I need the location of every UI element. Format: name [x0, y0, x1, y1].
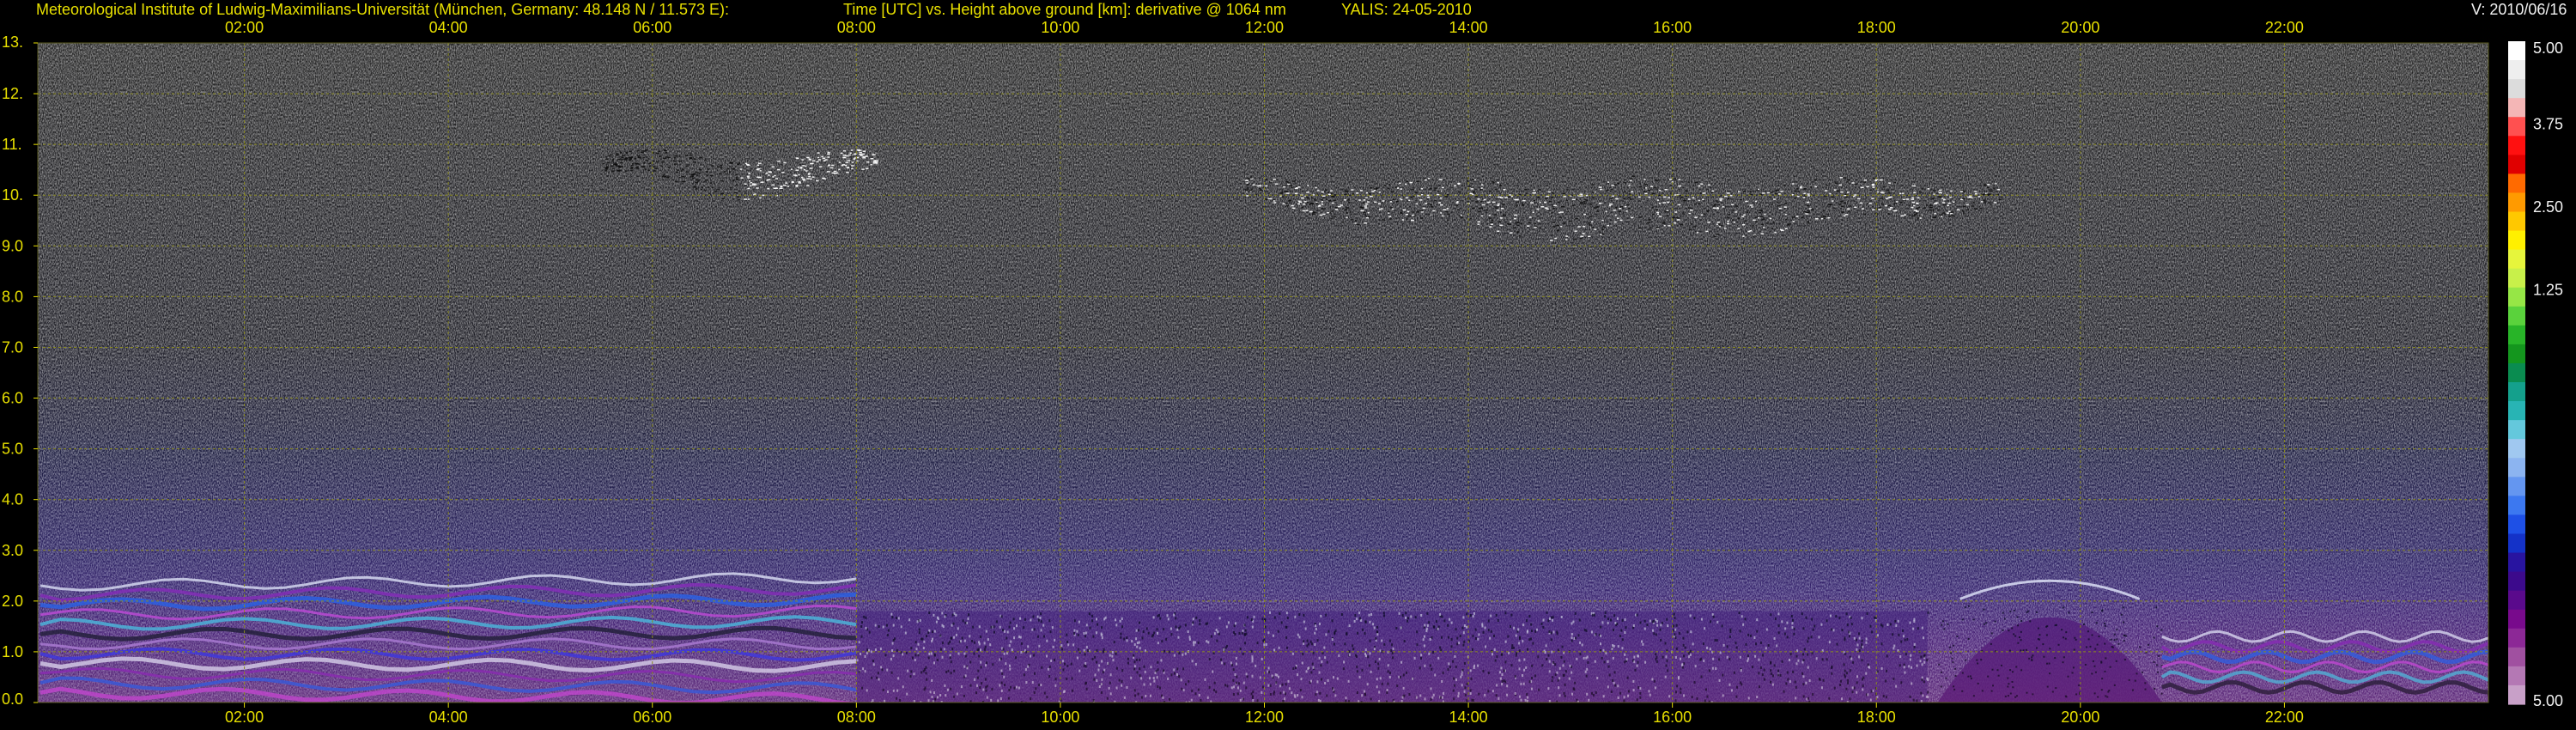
colorbar-tick-label: 3.75 [2533, 116, 2563, 133]
colorbar-swatch [2508, 268, 2525, 289]
chart-svg: 02:00 02:00 04:00 04:00 06:00 06:00 08:00 08:00… [2, 19, 2563, 726]
x-tick-label-top: 08:00 [837, 19, 876, 36]
colorbar-swatch [2508, 420, 2525, 440]
x-tick-label-bottom: 06:00 [633, 709, 671, 726]
x-tick-label-bottom: 04:00 [429, 709, 468, 726]
y-tick-label: 1.0 [2, 643, 23, 660]
heatmap-area [38, 43, 2488, 703]
colorbar-tick-label: 2.50 [2533, 198, 2563, 216]
x-tick-label-top: 14:00 [1449, 19, 1488, 36]
y-tick-label: 12. [2, 85, 23, 102]
colorbar-swatch [2508, 325, 2525, 345]
x-tick-label-bottom: 12:00 [1245, 709, 1284, 726]
colorbar-swatch [2508, 439, 2525, 459]
colorbar-swatch [2508, 117, 2525, 137]
y-tick-label: 4.0 [2, 491, 23, 508]
x-tick-label-bottom: 14:00 [1449, 709, 1488, 726]
x-tick-label-top: 04:00 [429, 19, 468, 36]
x-tick-label-top: 18:00 [1857, 19, 1896, 36]
aerosol-haze [38, 423, 2488, 703]
colorbar-swatch [2508, 211, 2525, 232]
x-tick-label-bottom: 20:00 [2061, 709, 2099, 726]
y-tick-label: 10. [2, 186, 23, 204]
y-tick-label: 5.0 [2, 441, 23, 458]
colorbar-swatch [2508, 401, 2525, 421]
colorbar-swatch [2508, 306, 2525, 326]
colorbar-swatch [2508, 666, 2525, 686]
colorbar-swatch [2508, 382, 2525, 402]
colorbar-swatch [2508, 192, 2525, 213]
y-tick-label: 7.0 [2, 338, 23, 356]
y-tick-label: 6.0 [2, 390, 23, 407]
x-tick-label-bottom: 10:00 [1041, 709, 1079, 726]
colorbar-swatch [2508, 41, 2525, 61]
colorbar-swatch [2508, 590, 2525, 611]
x-tick-label-top: 06:00 [633, 19, 671, 36]
colorbar-swatch [2508, 60, 2525, 80]
colorbar-swatch [2508, 514, 2525, 535]
colorbar-swatch [2508, 496, 2525, 516]
x-tick-label-top: 22:00 [2265, 19, 2304, 36]
colorbar-swatch [2508, 230, 2525, 251]
lidar-quicklook: Meteorological Institute of Ludwig-Maxim… [0, 0, 2576, 730]
colorbar-swatch [2508, 79, 2525, 99]
x-tick-label-top: 10:00 [1041, 19, 1079, 36]
y-tick-label: 13. [2, 33, 23, 51]
colorbar-tick-label: 5.00 [2533, 40, 2563, 57]
x-tick-label-top: 12:00 [1245, 19, 1284, 36]
colorbar-swatch [2508, 173, 2525, 194]
y-tick-label: 8.0 [2, 288, 23, 305]
x-tick-label-bottom: 18:00 [1857, 709, 1896, 726]
colorbar-swatch [2508, 136, 2525, 155]
colorbar-swatch [2508, 362, 2525, 383]
colorbar-swatch [2508, 287, 2525, 307]
colorbar-swatch [2508, 684, 2525, 705]
x-tick-label-bottom: 22:00 [2265, 709, 2304, 726]
colorbar-swatch [2508, 609, 2525, 630]
colorbar: 5.00 3.75 2.50 1.25 5.00 [2508, 40, 2563, 709]
y-tick-label: 11. [2, 136, 22, 153]
colorbar-swatch [2508, 249, 2525, 270]
x-tick-label-top: 20:00 [2061, 19, 2099, 36]
x-tick-label-top: 16:00 [1653, 19, 1692, 36]
x-tick-label-bottom: 08:00 [837, 709, 876, 726]
colorbar-swatch [2508, 458, 2525, 478]
colorbar-swatch [2508, 647, 2525, 667]
y-tick-label: 2.0 [2, 593, 23, 610]
y-tick-label: 3.0 [2, 542, 23, 559]
colorbar-swatch [2508, 155, 2525, 174]
colorbar-tick-label: 1.25 [2533, 282, 2563, 299]
colorbar-swatch [2508, 571, 2525, 592]
colorbar-swatch [2508, 98, 2525, 118]
colorbar-swatch [2508, 628, 2525, 648]
colorbar-swatch [2508, 533, 2525, 554]
y-tick-label: 0.0 [2, 690, 23, 708]
colorbar-swatch [2508, 344, 2525, 364]
x-tick-label-top: 02:00 [225, 19, 264, 36]
colorbar-swatch [2508, 552, 2525, 573]
x-tick-label-bottom: 16:00 [1653, 709, 1692, 726]
y-tick-label: 9.0 [2, 237, 23, 254]
colorbar-swatch [2508, 477, 2525, 496]
colorbar-tick-label: 5.00 [2533, 692, 2563, 709]
x-tick-label-bottom: 02:00 [225, 709, 264, 726]
